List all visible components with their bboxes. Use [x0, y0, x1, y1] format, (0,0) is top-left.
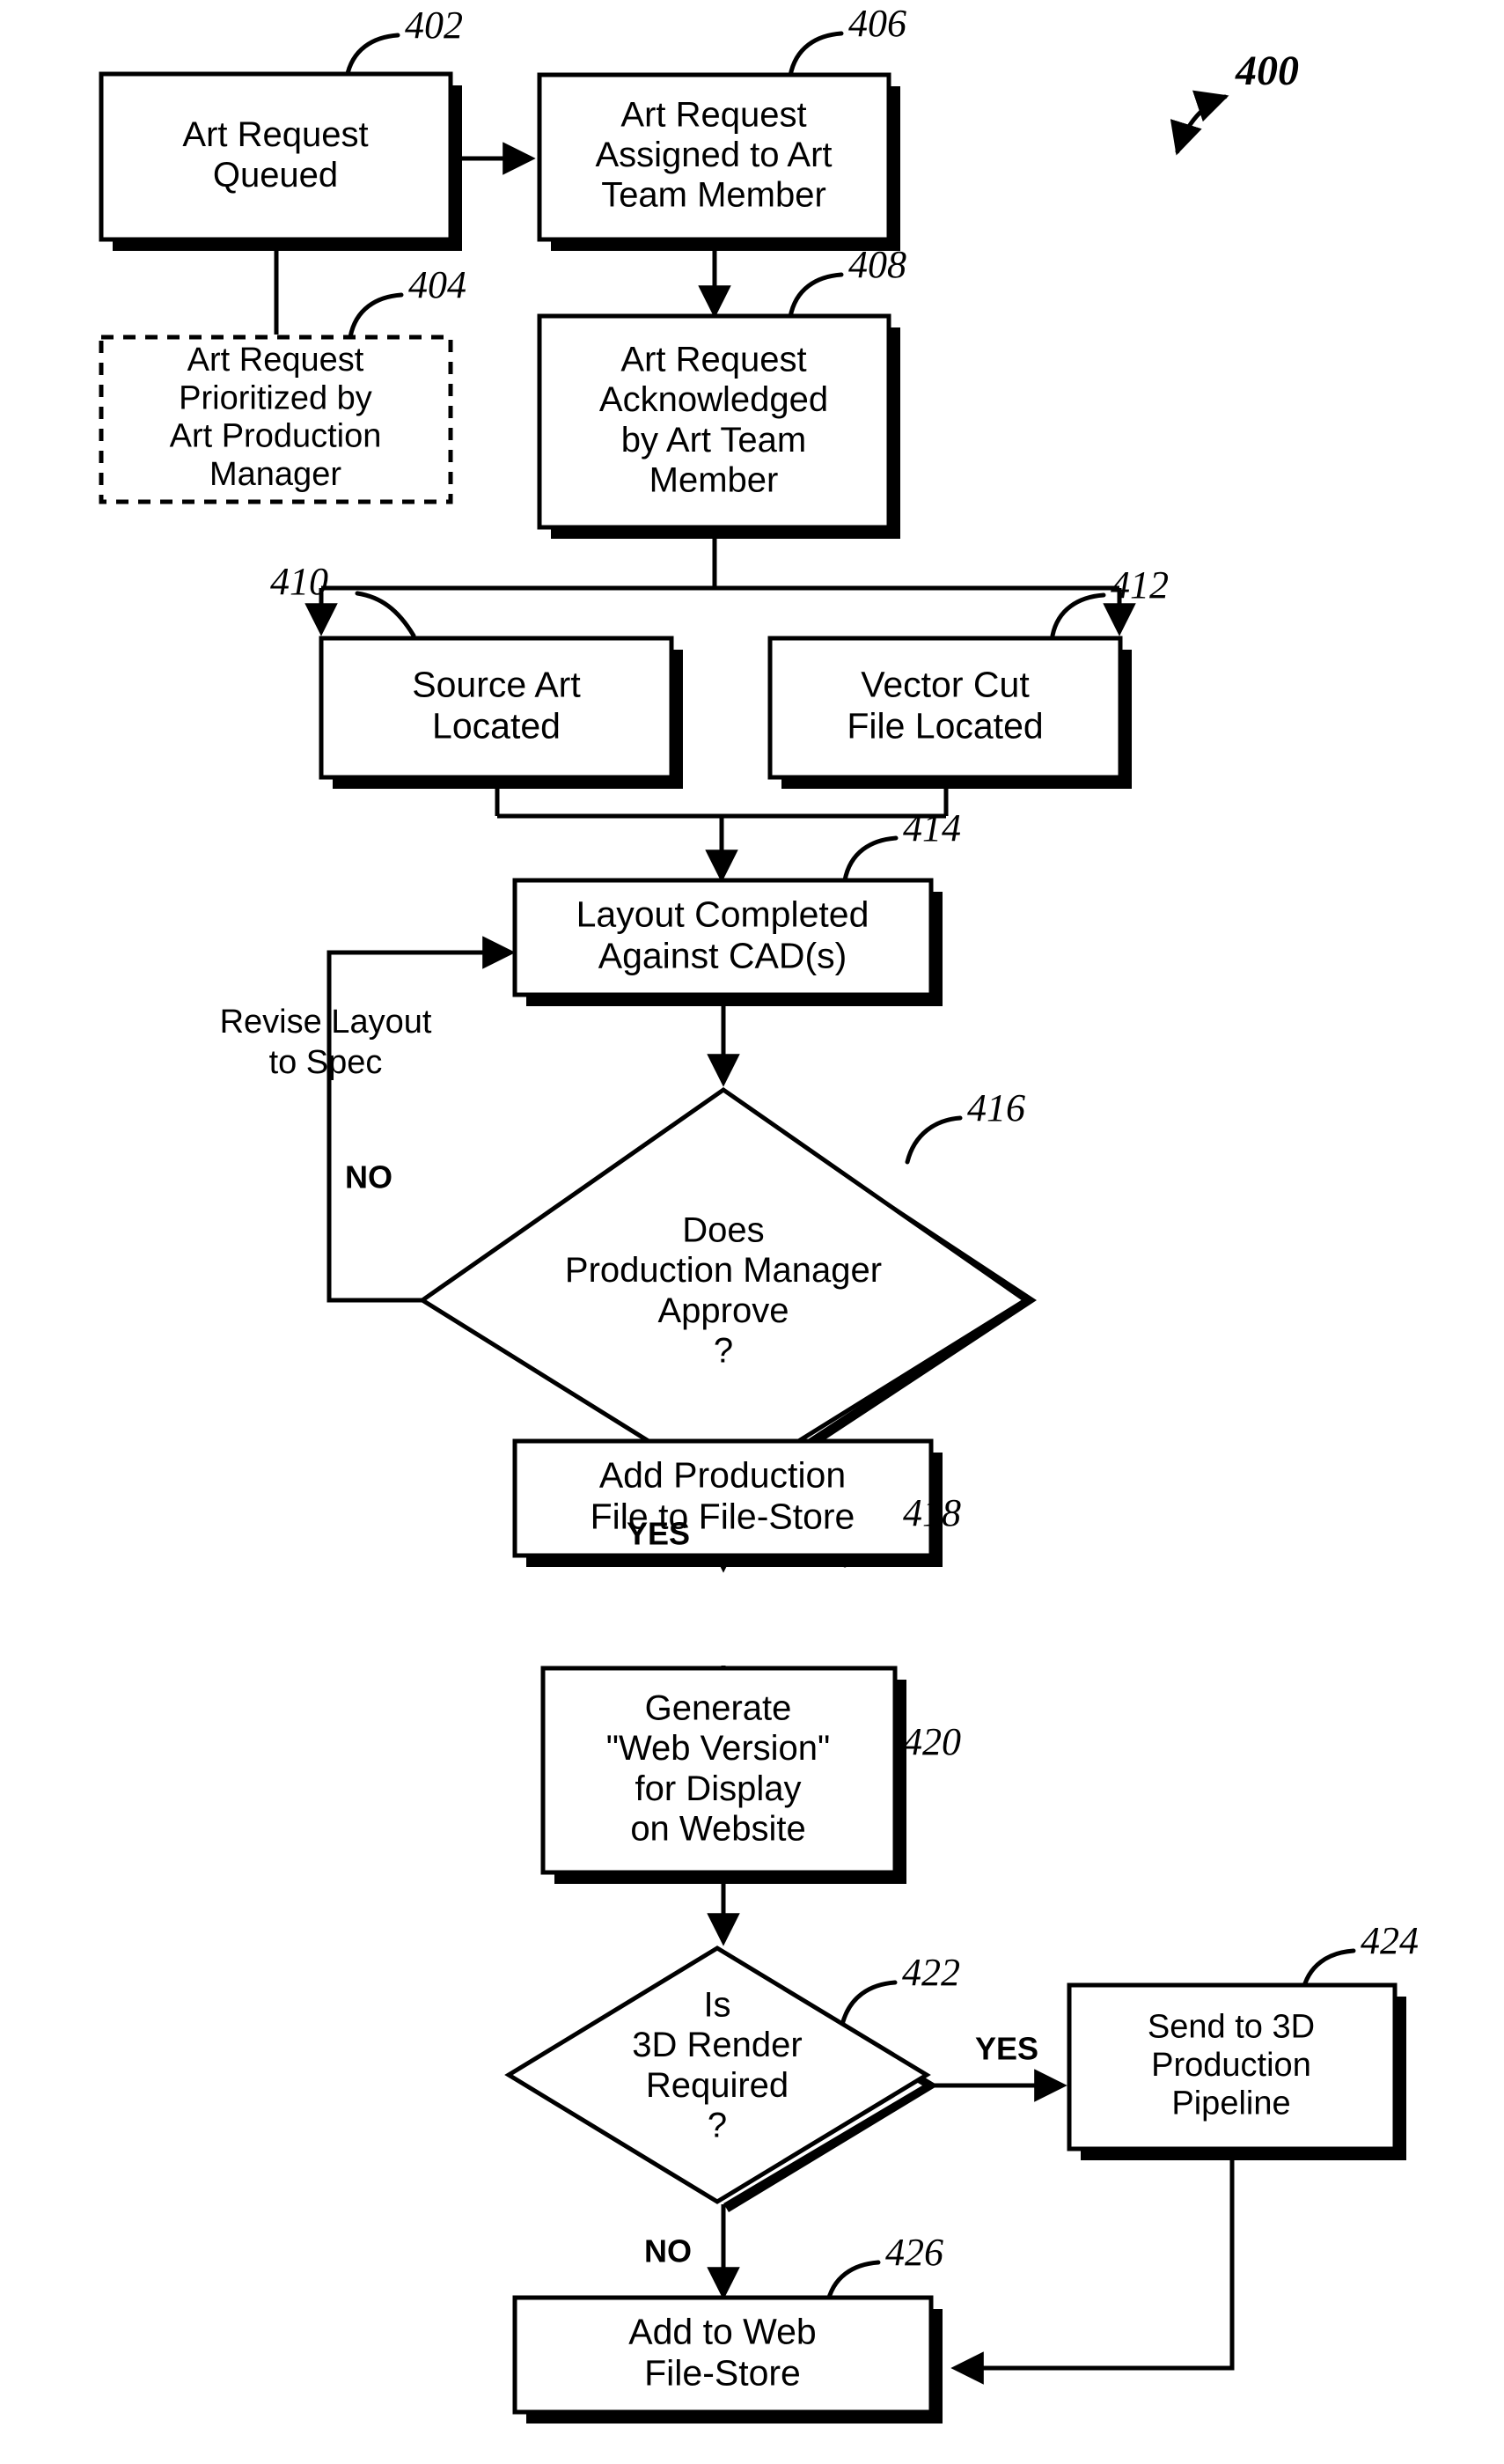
- leader-400: [1170, 90, 1229, 156]
- ref-424: 424: [1361, 1919, 1419, 1962]
- ref-426: 426: [885, 2231, 943, 2274]
- ref-404: 404: [408, 263, 466, 306]
- render-yes-label: YES: [975, 2031, 1038, 2067]
- ref-418: 418: [903, 1491, 961, 1534]
- figure-number: 400: [1235, 48, 1299, 94]
- revise-layout-label: Revise Layout to Spec: [220, 1004, 432, 1081]
- flowchart-page: Art Request Queued Art Request Prioritized…: [0, 0, 1504, 2464]
- ref-402: 402: [405, 4, 463, 47]
- ref-410: 410: [270, 560, 328, 603]
- leader-410: [355, 591, 416, 638]
- leader-412: [1050, 592, 1106, 638]
- edge-424-to-426: [950, 2155, 1235, 2385]
- ref-414: 414: [903, 806, 961, 850]
- ref-420: 420: [903, 1720, 961, 1763]
- ref-412: 412: [1111, 563, 1169, 607]
- node-406-label: Art Request Assigned to Art Team Member: [595, 95, 832, 214]
- leader-414: [842, 835, 899, 883]
- leader-404: [348, 292, 404, 340]
- leader-406: [788, 31, 844, 78]
- node-412-label: Vector Cut File Located: [847, 664, 1043, 746]
- node-410-label: Source Art Located: [412, 664, 581, 746]
- ref-406: 406: [848, 2, 906, 45]
- flowchart-diagram: Art Request Queued Art Request Prioritized…: [99, 2, 1419, 2424]
- node-414-label: Layout Completed Against CAD(s): [576, 894, 869, 975]
- leader-416: [905, 1115, 963, 1165]
- node-424-label: Send to 3D Production Pipeline: [1148, 2009, 1315, 2122]
- leader-422: [840, 1980, 898, 2027]
- ref-422: 422: [902, 1951, 960, 1994]
- ref-416: 416: [967, 1086, 1025, 1129]
- leader-408: [788, 272, 844, 320]
- node-426-label: Add to Web File-Store: [628, 2311, 817, 2393]
- render-no-label: NO: [644, 2233, 692, 2269]
- ref-408: 408: [848, 243, 906, 286]
- approve-no-label: NO: [345, 1159, 393, 1195]
- approve-yes-label: YES: [627, 1516, 690, 1552]
- leader-402: [344, 33, 400, 80]
